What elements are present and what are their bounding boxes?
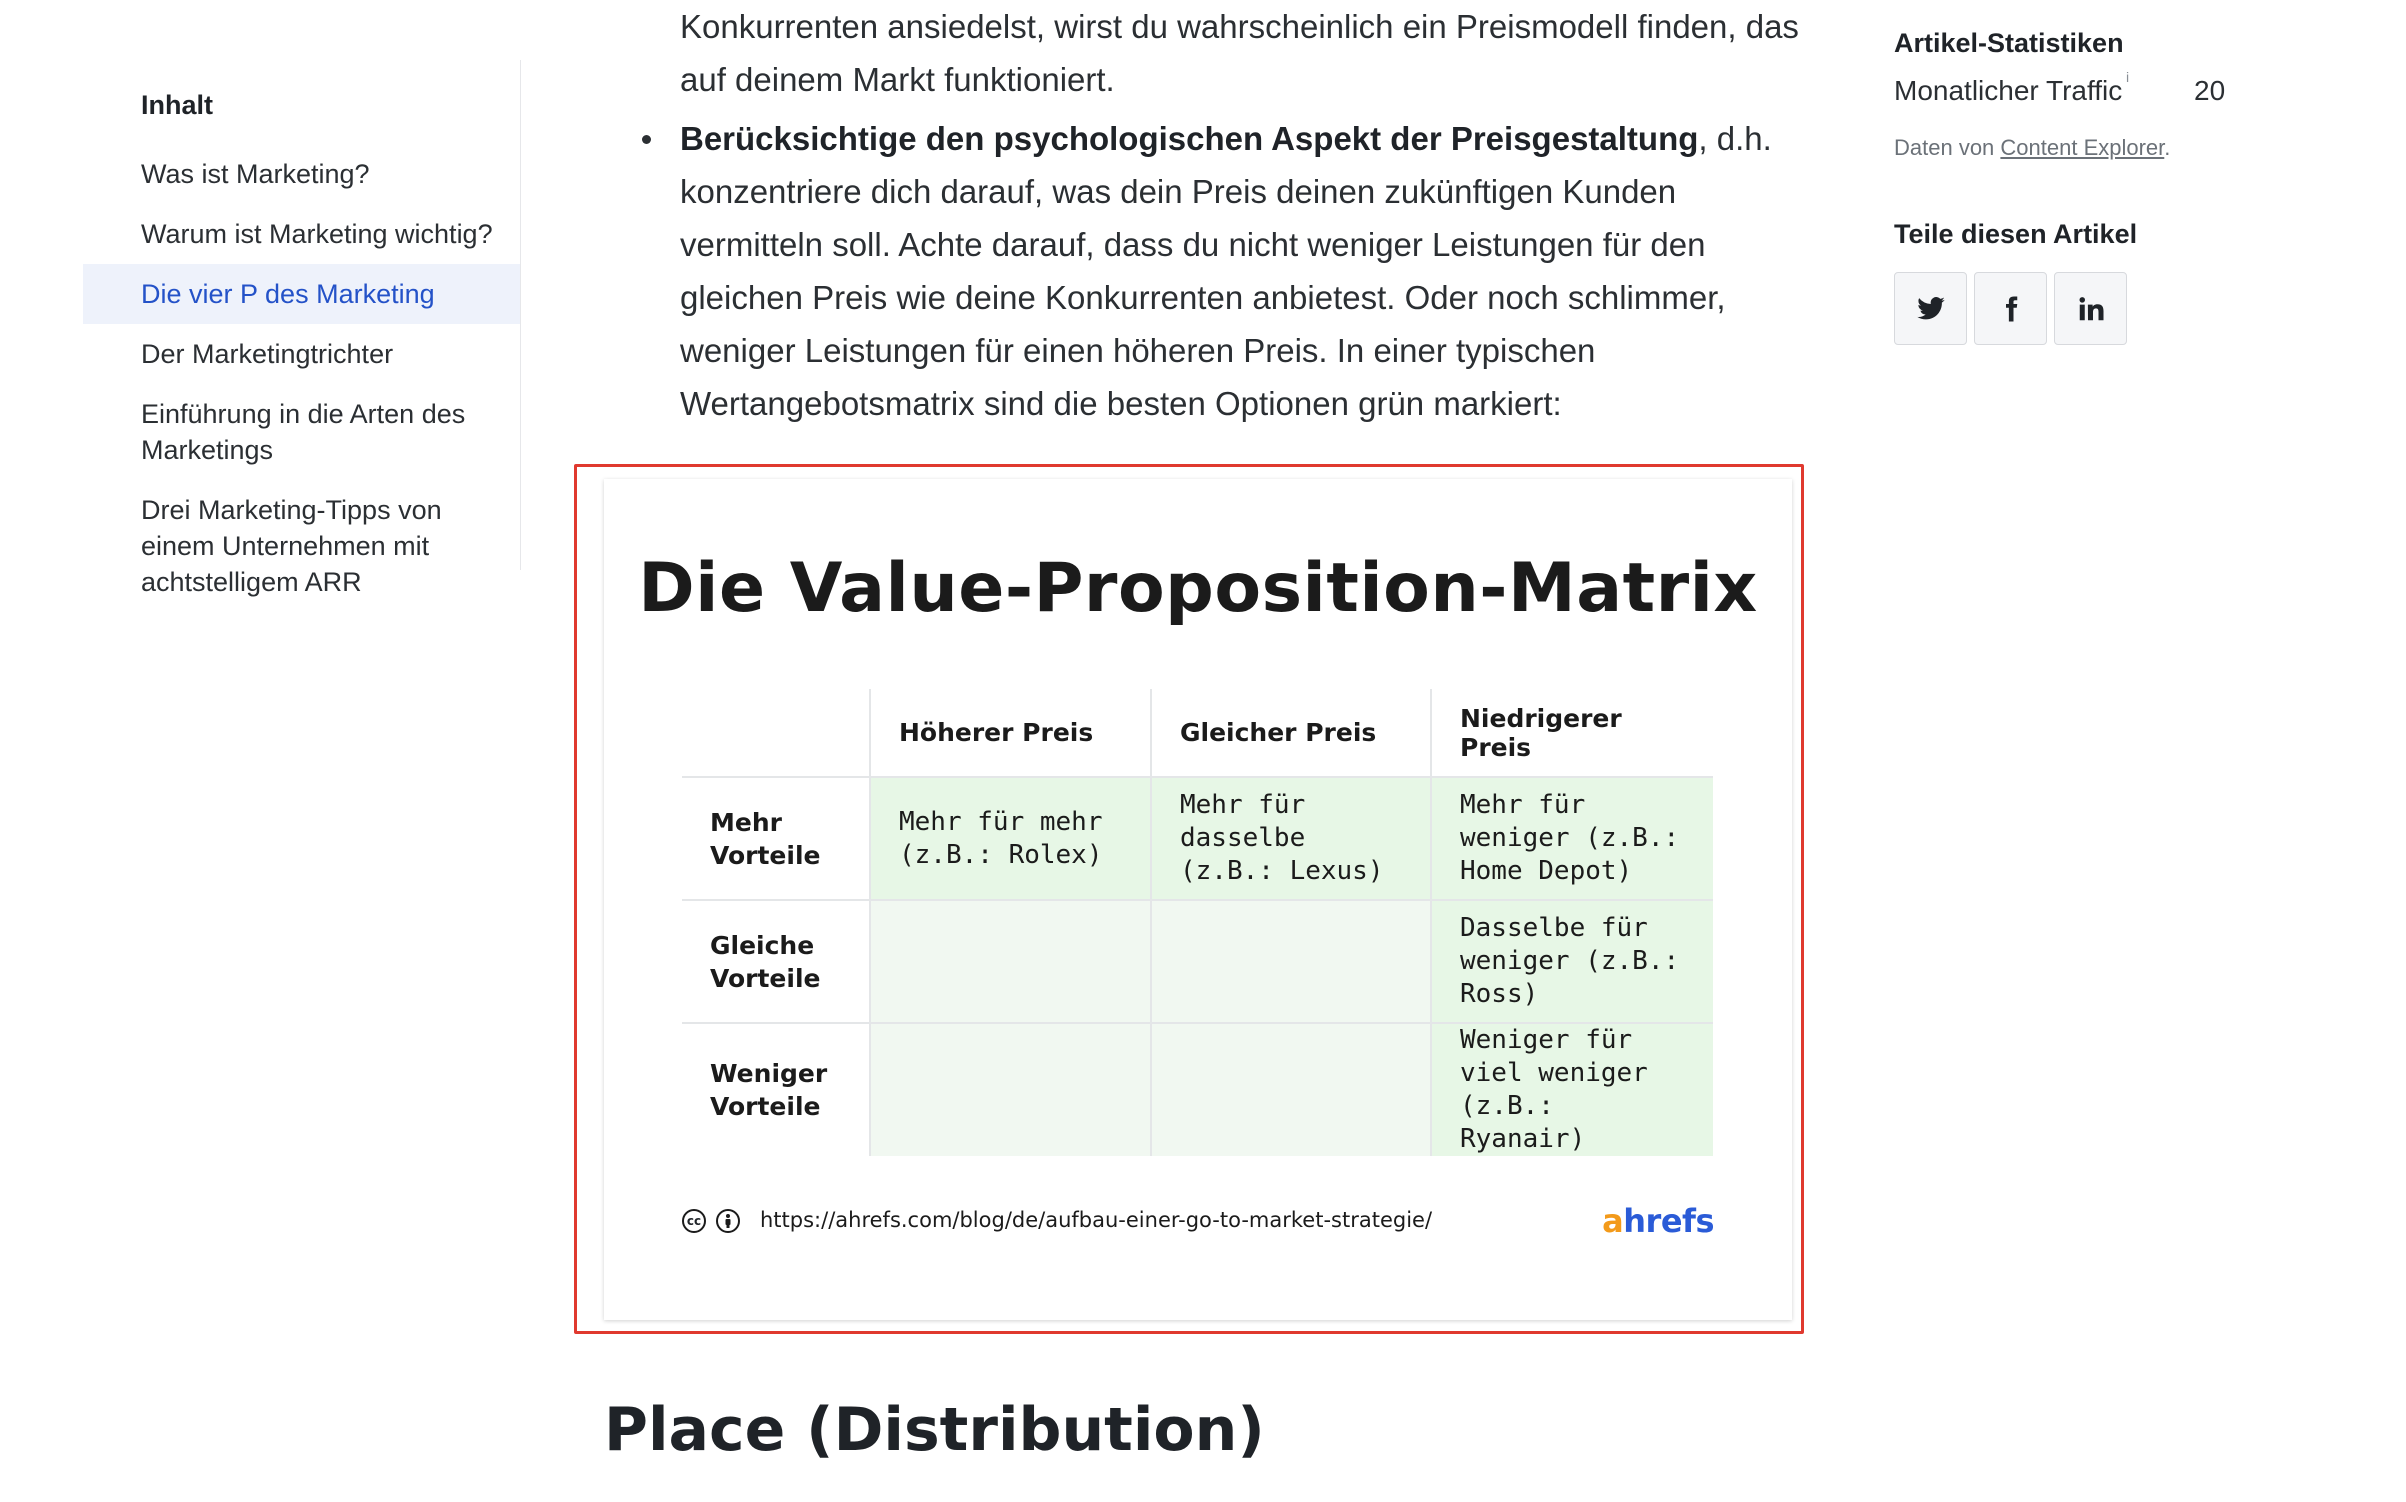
figure-title: Die Value-Proposition-Matrix xyxy=(638,549,1758,628)
ahrefs-logo-a: a xyxy=(1602,1202,1624,1240)
share-title: Teile diesen Artikel xyxy=(1894,219,2138,249)
toc-item-vier-p-active[interactable]: Die vier P des Marketing xyxy=(83,264,520,324)
value-proposition-matrix: Höherer Preis Gleicher Preis Niedrigerer… xyxy=(682,689,1713,1156)
toc-item-warum-marketing-wichtig[interactable]: Warum ist Marketing wichtig? xyxy=(83,204,520,264)
data-source-suffix: . xyxy=(2164,135,2171,160)
bullet-body-text: , d.h. konzentriere dich darauf, was dei… xyxy=(680,120,1772,422)
info-icon[interactable]: i xyxy=(2126,69,2129,85)
matrix-cell: Mehr für dasselbe (z.B.: Lexus) xyxy=(1150,777,1431,900)
article-stats-title: Artikel-Statistiken xyxy=(1894,28,2124,58)
figure-footer: cc https://ahrefs.com/blog/de/aufbau-ein… xyxy=(682,1202,1714,1242)
matrix-cell: Dasselbe für weniger (z.B.: Ross) xyxy=(1430,900,1713,1023)
monthly-traffic-value: 20 xyxy=(2194,75,2226,106)
matrix-row: Weniger Vorteile Weniger für viel wenige… xyxy=(682,1023,1713,1156)
matrix-cell: Mehr für mehr (z.B.: Rolex) xyxy=(869,777,1151,900)
matrix-corner xyxy=(682,689,870,777)
share-facebook-button[interactable] xyxy=(1974,272,2047,345)
matrix-col-header: Höherer Preis xyxy=(869,689,1151,777)
matrix-row-header: Mehr Vorteile xyxy=(710,807,821,870)
matrix-row: Mehr Vorteile Mehr für mehr (z.B.: Rolex… xyxy=(682,777,1713,900)
toc-item-was-ist-marketing[interactable]: Was ist Marketing? xyxy=(83,144,520,204)
matrix-col-header: Niedrigerer Preis xyxy=(1430,689,1713,777)
share-buttons xyxy=(1894,272,2324,346)
matrix-row-header: Gleiche Vorteile xyxy=(710,930,821,993)
value-proposition-figure: Die Value-Proposition-Matrix Höherer Pre… xyxy=(604,479,1792,1320)
toc-item-drei-marketing-tipps[interactable]: Drei Marketing-Tipps von einem Unternehm… xyxy=(83,480,520,612)
data-source-note: Daten von Content Explorer. xyxy=(1894,135,2324,161)
linkedin-icon xyxy=(2079,296,2103,320)
toc-item-marketingtrichter[interactable]: Der Marketingtrichter xyxy=(83,324,520,384)
facebook-icon xyxy=(2005,296,2017,321)
cc-icon: cc xyxy=(682,1209,706,1233)
toc-list: Was ist Marketing? Warum ist Marketing w… xyxy=(83,144,520,612)
bullet-dot xyxy=(642,135,651,144)
figure-url: https://ahrefs.com/blog/de/aufbau-einer-… xyxy=(760,1208,1433,1232)
table-of-contents: Inhalt Was ist Marketing? Warum ist Mark… xyxy=(83,60,521,597)
monthly-traffic-label: Monatlicher Traffic xyxy=(1894,75,2123,106)
matrix-cell: Mehr für weniger (z.B.: Home Depot) xyxy=(1430,777,1713,900)
ahrefs-logo-rest: hrefs xyxy=(1623,1202,1714,1240)
matrix-cell xyxy=(1150,1023,1431,1156)
article-paragraph: Konkurrenten ansiedelst, wirst du wahrsc… xyxy=(680,8,1799,98)
attribution-icon xyxy=(716,1209,740,1233)
toc-item-arten-des-marketings[interactable]: Einführung in die Arten des Marketings xyxy=(83,384,520,480)
section-heading-place: Place (Distribution) xyxy=(604,1395,1265,1465)
data-source-prefix: Daten von xyxy=(1894,135,2001,160)
matrix-row-header: Weniger Vorteile xyxy=(710,1059,828,1121)
bullet-text: Berücksichtige den psychologischen Aspek… xyxy=(680,112,1800,430)
matrix-cell xyxy=(1150,900,1431,1023)
bullet-bold-text: Berücksichtige den psychologischen Aspek… xyxy=(680,120,1699,157)
article-sidebar: Artikel-Statistiken Monatlicher Traffic … xyxy=(1894,28,2324,346)
twitter-icon xyxy=(1916,296,1945,319)
ahrefs-logo: ahrefs xyxy=(1602,1202,1714,1240)
matrix-cell xyxy=(869,900,1151,1023)
content-explorer-link[interactable]: Content Explorer xyxy=(2000,135,2164,160)
toc-title: Inhalt xyxy=(141,90,213,120)
matrix-col-header: Gleicher Preis xyxy=(1150,689,1431,777)
monthly-traffic-row: Monatlicher Traffic i 20 xyxy=(1894,69,2324,115)
share-linkedin-button[interactable] xyxy=(2054,272,2127,345)
matrix-row: Gleiche Vorteile Dasselbe für weniger (z… xyxy=(682,900,1713,1023)
share-twitter-button[interactable] xyxy=(1894,272,1967,345)
matrix-cell: Weniger für viel weniger (z.B.: Ryanair) xyxy=(1430,1023,1713,1156)
matrix-cell xyxy=(869,1023,1151,1156)
